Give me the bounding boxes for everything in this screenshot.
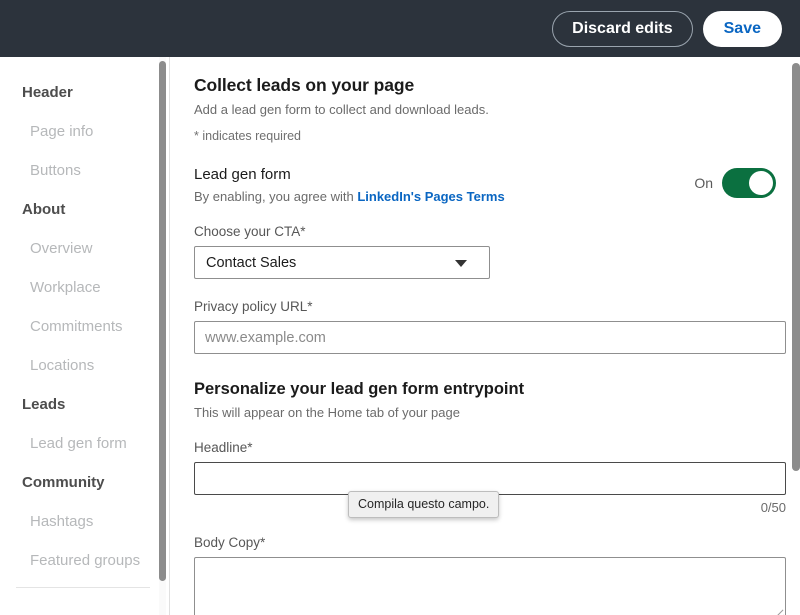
required-indicator-note: * indicates required	[194, 129, 302, 143]
main-content: Collect leads on your page Add a lead ge…	[170, 57, 800, 615]
lead-gen-form-switch[interactable]	[722, 168, 776, 198]
toggle-state-label: On	[694, 175, 713, 191]
lead-gen-form-texts: Lead gen form By enabling, you agree wit…	[194, 165, 505, 204]
body-copy-wrap	[194, 557, 786, 615]
cta-label: Choose your CTA*	[194, 224, 306, 239]
cta-select[interactable]: Contact Sales	[194, 246, 490, 279]
sidebar-item-overview[interactable]: Overview	[0, 229, 170, 268]
sidebar-nav: Header Page info Buttons About Overview Workp…	[0, 57, 170, 615]
sidebar-scrollbar[interactable]	[159, 57, 166, 615]
cta-selected-value: Contact Sales	[206, 254, 297, 271]
cta-field: Choose your CTA* Contact Sales	[194, 224, 778, 279]
lead-gen-form-agreement: By enabling, you agree with LinkedIn's P…	[194, 189, 505, 204]
sidebar-group-community: Community	[22, 474, 105, 491]
switch-knob	[749, 171, 773, 195]
sidebar-item-lead-gen-form[interactable]: Lead gen form	[0, 424, 170, 463]
lead-gen-form-toggle-row: Lead gen form By enabling, you agree wit…	[194, 165, 778, 204]
app-root: Discard edits Save Header Page info Button…	[0, 0, 800, 615]
privacy-policy-label: Privacy policy URL*	[194, 299, 313, 314]
sidebar-group-header: Header	[22, 84, 73, 101]
sidebar-list: Header Page info Buttons About Overview Workp…	[0, 73, 170, 580]
body-wrapper: Header Page info Buttons About Overview Workp…	[0, 57, 800, 615]
discard-edits-button[interactable]: Discard edits	[552, 10, 693, 47]
agreement-text: By enabling, you agree with	[194, 189, 358, 204]
sidebar-divider	[16, 587, 150, 588]
body-copy-label: Body Copy*	[194, 535, 266, 550]
sidebar-item-workplace[interactable]: Workplace	[0, 268, 170, 307]
pages-terms-link[interactable]: LinkedIn's Pages Terms	[357, 189, 504, 204]
save-button[interactable]: Save	[702, 10, 782, 47]
sidebar-item-commitments[interactable]: Commitments	[0, 307, 170, 346]
top-action-bar: Discard edits Save	[0, 0, 800, 57]
lead-gen-toggle-control: On	[694, 165, 778, 198]
sidebar-group-leads: Leads	[22, 396, 66, 413]
page-subtitle: Add a lead gen form to collect and downl…	[194, 102, 489, 117]
sidebar-scrollbar-thumb[interactable]	[159, 61, 166, 581]
personalize-subtitle: This will appear on the Home tab of your…	[194, 405, 460, 420]
sidebar-item-hashtags[interactable]: Hashtags	[0, 502, 170, 541]
validation-tooltip: Compila questo campo.	[348, 491, 500, 518]
sidebar-item-featured-groups[interactable]: Featured groups	[0, 541, 170, 580]
page-title: Collect leads on your page	[194, 75, 415, 95]
body-copy-textarea[interactable]	[194, 557, 786, 615]
main-scrollbar[interactable]	[791, 57, 800, 615]
main-inner: Collect leads on your page Add a lead ge…	[170, 57, 800, 615]
privacy-policy-input[interactable]	[194, 321, 786, 354]
sidebar-item-locations[interactable]: Locations	[0, 346, 170, 385]
sidebar-item-page-info[interactable]: Page info	[0, 112, 170, 151]
sidebar-group-about: About	[22, 201, 66, 218]
main-scrollbar-thumb[interactable]	[792, 63, 800, 471]
privacy-policy-field: Privacy policy URL*	[194, 299, 786, 354]
lead-gen-form-label: Lead gen form	[194, 166, 291, 183]
sidebar-item-buttons[interactable]: Buttons	[0, 151, 170, 190]
body-copy-field: Body Copy*	[194, 535, 786, 615]
personalize-title: Personalize your lead gen form entrypoin…	[194, 380, 525, 398]
chevron-down-icon	[455, 259, 467, 267]
headline-label: Headline*	[194, 440, 253, 455]
